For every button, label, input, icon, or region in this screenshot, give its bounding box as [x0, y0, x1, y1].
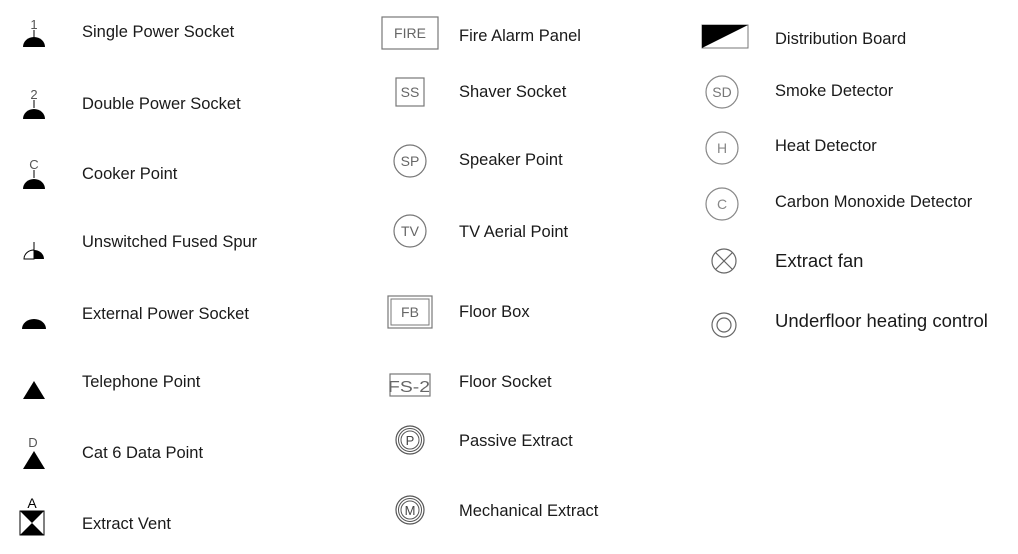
svg-text:P: P: [406, 433, 415, 448]
legend-label: Shaver Socket: [459, 83, 567, 101]
legend-label: TV Aerial Point: [459, 223, 569, 241]
carbon-monoxide-detector-icon: C: [705, 187, 739, 221]
svg-text:C: C: [29, 157, 38, 172]
svg-text:FS-2: FS-2: [388, 379, 430, 396]
smoke-detector-icon: SD: [705, 75, 739, 109]
floor-socket-icon: FS-2: [388, 373, 431, 397]
svg-text:A: A: [27, 495, 37, 511]
extract-vent-icon: A: [19, 495, 45, 536]
legend-label: External Power Socket: [82, 305, 249, 323]
svg-text:TV: TV: [401, 223, 420, 239]
svg-text:M: M: [405, 503, 416, 518]
shaver-socket-icon: SS: [395, 77, 425, 107]
cat6-data-point-icon: D: [23, 435, 45, 469]
legend-label: Fire Alarm Panel: [459, 27, 581, 45]
telephone-point-icon: [23, 381, 45, 399]
svg-text:1: 1: [30, 17, 37, 32]
legend-label: Distribution Board: [775, 30, 907, 48]
passive-extract-icon: P: [395, 425, 425, 455]
heat-detector-icon: H: [705, 131, 739, 165]
legend-label: Floor Box: [459, 303, 530, 321]
mechanical-extract-icon: M: [395, 495, 425, 525]
legend-label: Speaker Point: [459, 151, 563, 169]
legend-label: Extract Vent: [82, 515, 171, 533]
distribution-board-icon: [701, 24, 749, 49]
legend-label: Mechanical Extract: [459, 502, 599, 520]
fire-alarm-panel-icon: FIRE: [381, 16, 439, 50]
svg-text:FB: FB: [401, 304, 419, 320]
legend-label: Underfloor heating control: [775, 310, 988, 331]
legend-label: Smoke Detector: [775, 82, 894, 100]
svg-text:H: H: [717, 140, 727, 156]
tv-aerial-point-icon: TV: [393, 214, 427, 248]
svg-text:C: C: [717, 196, 727, 212]
legend-label: Heat Detector: [775, 137, 877, 155]
svg-text:2: 2: [30, 87, 37, 102]
svg-text:D: D: [28, 435, 37, 450]
legend-label: Telephone Point: [82, 373, 201, 391]
external-power-socket-icon: [22, 319, 46, 329]
legend-label: Passive Extract: [459, 432, 573, 450]
svg-text:SD: SD: [712, 84, 731, 100]
legend-label: Double Power Socket: [82, 95, 241, 113]
single-power-socket-icon: 1: [23, 17, 45, 47]
legend-label: Cat 6 Data Point: [82, 444, 204, 462]
legend-label: Single Power Socket: [82, 23, 235, 41]
svg-text:SP: SP: [401, 153, 420, 169]
double-power-socket-icon: 2: [23, 87, 45, 119]
legend-label: Cooker Point: [82, 165, 178, 183]
legend-label: Extract fan: [775, 250, 864, 271]
speaker-point-icon: SP: [393, 144, 427, 178]
underfloor-heating-control-icon: [711, 312, 737, 338]
legend-label: Carbon Monoxide Detector: [775, 193, 973, 211]
svg-text:SS: SS: [401, 84, 420, 100]
cooker-point-icon: C: [23, 157, 45, 189]
unswitched-fused-spur-icon: [23, 242, 44, 260]
floor-box-icon: FB: [387, 295, 433, 329]
svg-text:FIRE: FIRE: [394, 25, 426, 41]
legend-label: Unswitched Fused Spur: [82, 233, 258, 251]
legend-label: Floor Socket: [459, 373, 552, 391]
extract-fan-icon: [711, 248, 737, 274]
